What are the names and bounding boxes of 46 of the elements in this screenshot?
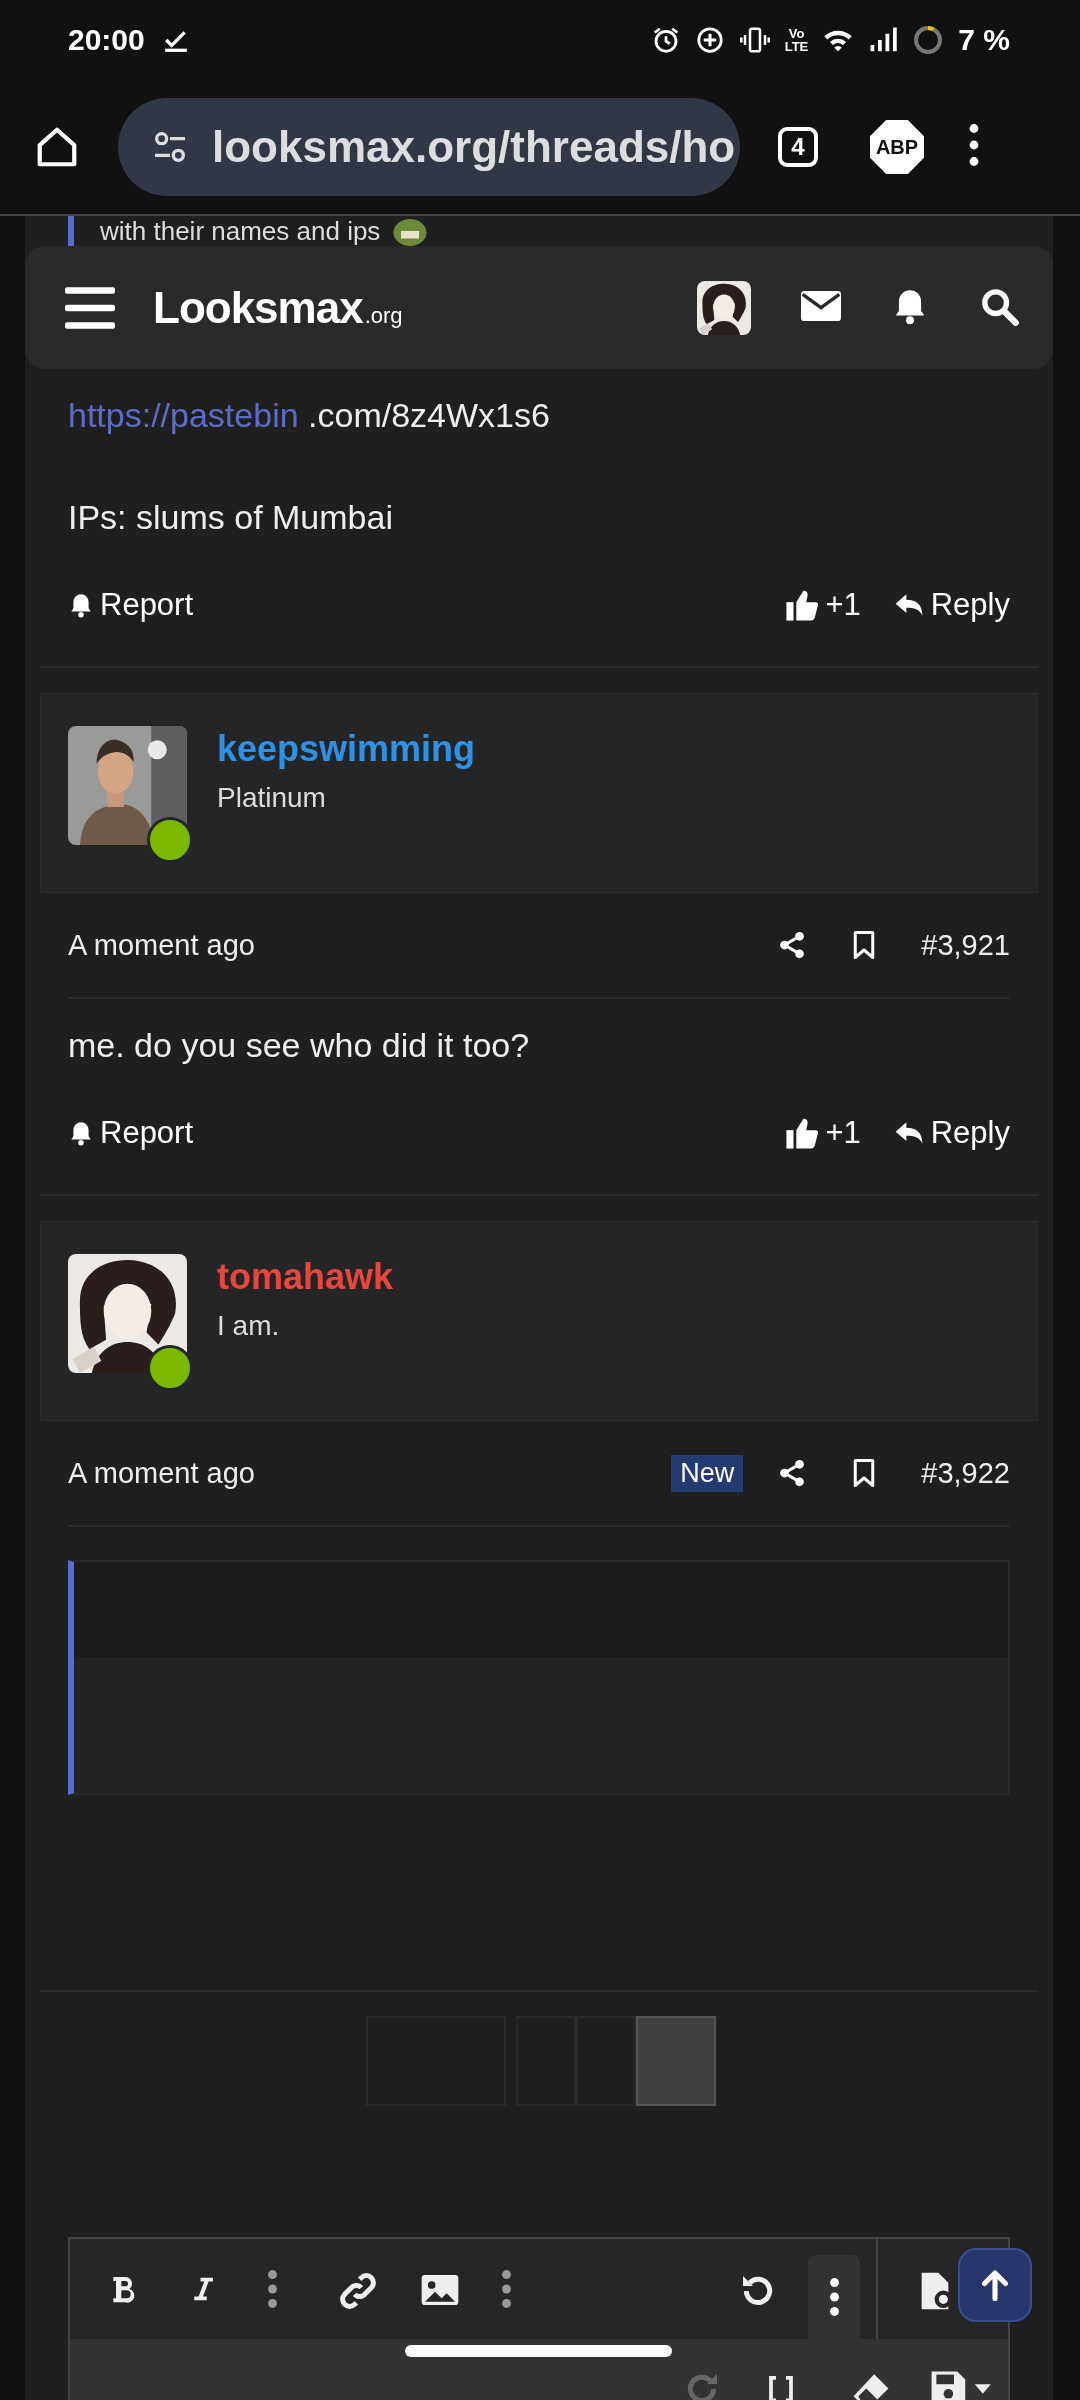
report-button[interactable]: Report: [68, 587, 194, 623]
scroll-to-top-button[interactable]: [958, 2248, 1032, 2322]
post-time: A moment ago: [68, 1456, 255, 1490]
report-button[interactable]: Report: [68, 1115, 194, 1151]
battery-ring-icon: [912, 24, 945, 56]
quote-text: with their names and ips: [100, 216, 381, 246]
bell-icon: [68, 1119, 94, 1147]
reply-button[interactable]: Reply: [892, 1115, 1010, 1151]
post-number-link[interactable]: #3,922: [921, 1456, 1010, 1490]
more-button[interactable]: [808, 2255, 860, 2339]
username-link[interactable]: tomahawk: [217, 1256, 394, 1298]
adblock-button[interactable]: ABP: [870, 120, 924, 174]
link-icon[interactable]: [338, 2271, 378, 2311]
more-options-icon[interactable]: [266, 2269, 279, 2309]
more-options-icon[interactable]: [500, 2269, 513, 2309]
menu-icon[interactable]: [65, 286, 115, 329]
thumbs-up-icon: [785, 1116, 820, 1150]
bell-icon: [68, 591, 94, 619]
tab-count-button[interactable]: 4: [778, 127, 818, 167]
post-text: https://pastebin .com/8z4Wx1s6: [68, 395, 551, 436]
post-text: IPs: slums of Mumbai: [68, 497, 394, 538]
volte-label: Vo LTE: [784, 27, 809, 53]
new-badge: New: [671, 1454, 744, 1492]
image-icon[interactable]: [420, 2273, 460, 2307]
reply-button[interactable]: Reply: [892, 587, 1010, 623]
more-menu-icon[interactable]: [968, 123, 980, 167]
site-logo[interactable]: Looksmax.org: [153, 282, 403, 333]
user-title: I am.: [217, 1310, 281, 1342]
like-button[interactable]: +1: [785, 1115, 861, 1151]
url-text: looksmax.org/threads/ho: [212, 122, 736, 172]
more-options-icon[interactable]: [827, 2277, 841, 2317]
clock-time: 20:00: [68, 23, 145, 57]
user-title: Platinum: [217, 782, 327, 814]
link[interactable]: https://pastebin: [68, 396, 299, 434]
thumbs-up-icon: [785, 588, 820, 622]
add-circle-icon: [694, 25, 725, 55]
post-text: me. do you see who did it too?: [68, 1025, 531, 1066]
post-number-link[interactable]: #3,921: [921, 928, 1010, 962]
post-time: A moment ago: [68, 928, 255, 962]
save-icon[interactable]: [930, 2369, 994, 2400]
address-bar[interactable]: looksmax.org/threads/ho: [118, 98, 740, 196]
username-link[interactable]: keepswimming: [217, 728, 476, 770]
like-button[interactable]: +1: [785, 587, 861, 623]
battery-percent: 7 %: [958, 23, 1010, 57]
vibrate-icon: [738, 25, 771, 55]
envelope-icon[interactable]: [801, 290, 841, 321]
